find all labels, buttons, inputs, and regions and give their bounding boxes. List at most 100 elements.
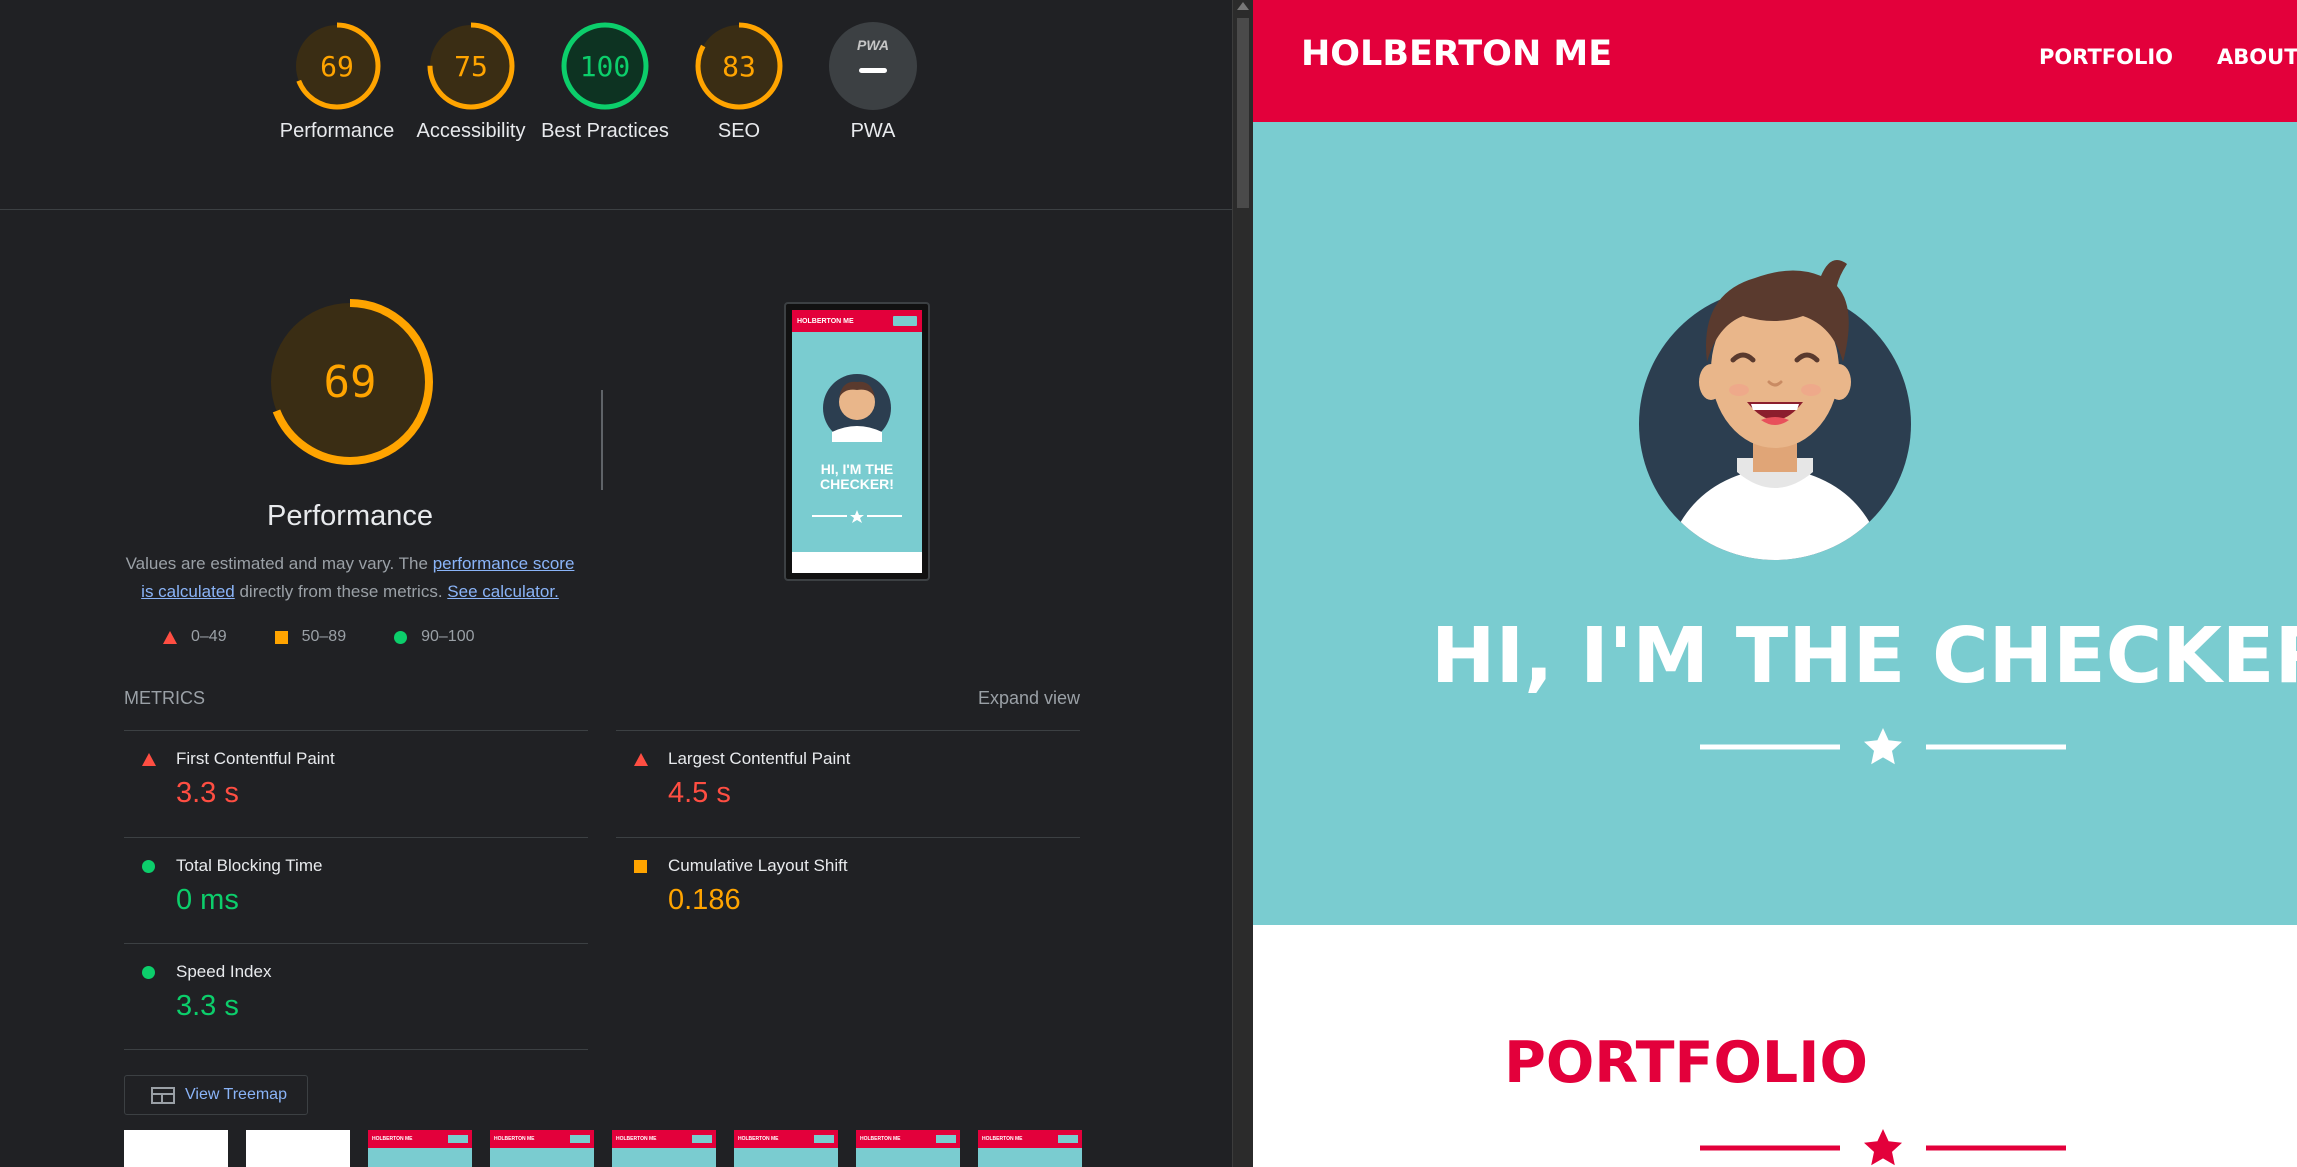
filmstrip-frame-header: HOLBERTON ME [978, 1130, 1082, 1148]
metric-cls: Cumulative Layout Shift 0.186 [616, 837, 1080, 944]
filmstrip-frame-hero [734, 1148, 838, 1167]
performance-heading: Performance [266, 500, 433, 532]
filmstrip-frame: HOLBERTON ME [612, 1130, 716, 1167]
expand-view-button[interactable]: Expand view [978, 688, 1080, 709]
gauge-pwa[interactable]: PWA PWA [806, 22, 940, 145]
filmstrip-frame: HOLBERTON ME [978, 1130, 1082, 1167]
metric-fcp: First Contentful Paint 3.3 s [124, 730, 588, 837]
header-divider [0, 209, 1232, 210]
filmstrip-frame-header: HOLBERTON ME [368, 1130, 472, 1148]
filmstrip-frame-hero [368, 1148, 472, 1167]
gauge-accessibility[interactable]: 75 Accessibility [404, 22, 538, 145]
preview-header: HOLBERTON ME [792, 310, 922, 332]
scrollbar-thumb[interactable] [1237, 18, 1249, 208]
gauge-best-practices-label: Best Practices [541, 120, 669, 142]
nav-link-portfolio[interactable]: PORTFOLIO [2039, 45, 2173, 69]
legend-fail-range: 0–49 [191, 628, 227, 645]
pass-circle-icon [142, 966, 155, 979]
gauge-seo-score: 83 [722, 49, 756, 83]
preview-hero-title: HI, I'M THE CHECKER! [820, 461, 894, 492]
filmstrip-frame-brand: HOLBERTON ME [494, 1136, 535, 1142]
filmstrip-menu-icon [570, 1135, 590, 1143]
metric-si-value: 3.3 s [176, 990, 239, 1022]
pwa-badge-text: PWA [857, 37, 889, 53]
filmstrip-frame-brand: HOLBERTON ME [982, 1136, 1023, 1142]
star-divider-icon [1700, 728, 2066, 765]
gauge-performance[interactable]: 69 Performance [270, 22, 404, 145]
desc-middle: directly from these metrics. [234, 582, 448, 601]
metric-fcp-value: 3.3 s [176, 777, 239, 809]
performance-big-score: 69 [323, 356, 377, 408]
filmstrip-frame [246, 1130, 350, 1167]
filmstrip-frame: HOLBERTON ME [368, 1130, 472, 1167]
metrics-label: METRICS [124, 688, 205, 708]
website-viewport: HOLBERTON ME PORTFOLIO ABOUT HI, I'M THE… [1253, 0, 2297, 1167]
star-divider-red-icon [1700, 1129, 2066, 1166]
desc-prefix: Values are estimated and may vary. The [125, 554, 433, 573]
treemap-icon [151, 1086, 175, 1104]
metrics-bottom-divider [124, 1049, 588, 1050]
fail-triangle-icon [163, 630, 177, 644]
scroll-up-arrow-icon[interactable] [1237, 2, 1249, 10]
filmstrip-frame-brand: HOLBERTON ME [372, 1136, 413, 1142]
score-legend: 0–49 50–89 90–100 [163, 628, 522, 646]
gauge-accessibility-score: 75 [454, 49, 488, 83]
gauge-performance-circle: 69 [293, 22, 381, 110]
metric-fcp-name: First Contentful Paint [176, 749, 335, 768]
site-brand-logo[interactable]: HOLBERTON ME [1301, 34, 1612, 74]
metric-cls-name: Cumulative Layout Shift [668, 856, 848, 875]
preview-menu-icon [893, 316, 917, 326]
view-treemap-label: View Treemap [185, 1086, 287, 1103]
preview-avatar-icon [823, 374, 891, 442]
filmstrip-frame-brand: HOLBERTON ME [860, 1136, 901, 1142]
filmstrip-frame-brand: HOLBERTON ME [616, 1136, 657, 1142]
preview-brand: HOLBERTON ME [797, 317, 854, 325]
preview-star-divider-icon [812, 510, 902, 523]
fail-triangle-icon [634, 753, 648, 766]
phone-screen: HOLBERTON ME HI, I'M THE CHECKER! [792, 310, 922, 573]
average-square-icon [274, 630, 288, 644]
legend-fail: 0–49 [163, 628, 227, 646]
avatar-icon [1639, 260, 1911, 560]
metric-tbt: Total Blocking Time 0 ms [124, 837, 588, 944]
site-nav: PORTFOLIO ABOUT [2039, 45, 2297, 69]
gauge-seo-label: SEO [717, 120, 761, 142]
metrics-header: METRICS Expand view [124, 688, 1080, 709]
gauge-best-practices-score: 100 [579, 49, 631, 83]
view-treemap-button[interactable]: View Treemap [124, 1075, 308, 1115]
hero-section: HI, I'M THE CHECKER! [1253, 122, 2297, 925]
devtools-scrollbar[interactable] [1232, 0, 1253, 1167]
gauge-seo[interactable]: 83 SEO [672, 22, 806, 145]
pass-circle-icon [142, 860, 155, 873]
filmstrip-frame-header: HOLBERTON ME [734, 1130, 838, 1148]
site-header: HOLBERTON ME PORTFOLIO ABOUT [1253, 0, 2297, 122]
hero-title: HI, I'M THE CHECKER! [1431, 612, 2297, 701]
gauge-accessibility-label: Accessibility [416, 120, 526, 142]
filmstrip-menu-icon [1058, 1135, 1078, 1143]
metric-tbt-value: 0 ms [176, 884, 239, 916]
pass-circle-icon [394, 630, 408, 644]
category-gauges: 69 Performance 75 Accessibility 100 Best… [270, 22, 940, 145]
gauge-best-practices-circle: 100 [561, 22, 649, 110]
preview-hero: HI, I'M THE CHECKER! [792, 332, 922, 552]
see-calculator-link[interactable]: See calculator. [447, 582, 559, 601]
gauge-best-practices[interactable]: 100 Best Practices [538, 22, 672, 145]
filmstrip-frame-hero [856, 1148, 960, 1167]
gauge-accessibility-circle: 75 [427, 22, 515, 110]
metric-lcp-name: Largest Contentful Paint [668, 749, 851, 768]
nav-link-about[interactable]: ABOUT [2217, 45, 2297, 69]
vertical-separator [601, 390, 603, 490]
legend-average: 50–89 [274, 628, 347, 646]
filmstrip-frame-header: HOLBERTON ME [612, 1130, 716, 1148]
filmstrip-menu-icon [814, 1135, 834, 1143]
filmstrip-frame-hero [978, 1148, 1082, 1167]
filmstrip-frame [124, 1130, 228, 1167]
metric-si-name: Speed Index [176, 962, 272, 981]
final-screenshot-preview[interactable]: HOLBERTON ME HI, I'M THE CHECKER! [784, 302, 930, 581]
metric-speed-index: Speed Index 3.3 s [124, 943, 588, 1050]
legend-average-range: 50–89 [301, 628, 347, 645]
pwa-badge-icon: PWA [829, 22, 917, 110]
average-square-icon [634, 860, 647, 873]
fail-triangle-icon [142, 753, 156, 766]
gauge-seo-circle: 83 [695, 22, 783, 110]
